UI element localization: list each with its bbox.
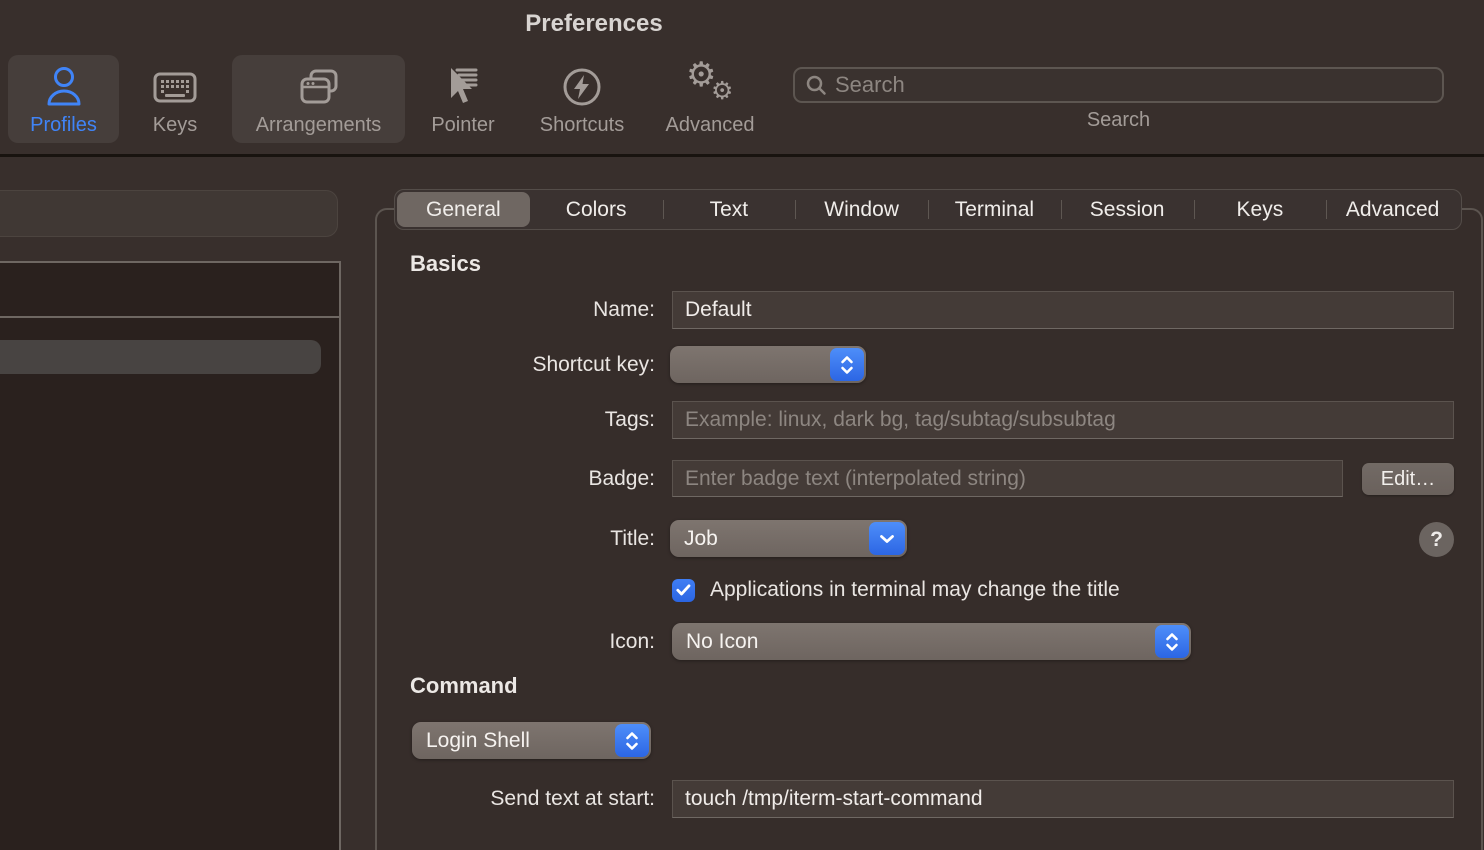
tab-colors[interactable]: Colors: [530, 192, 663, 227]
tab-terminal[interactable]: Terminal: [928, 192, 1061, 227]
help-button[interactable]: ?: [1419, 522, 1454, 557]
toolbar-item-profiles[interactable]: Profiles: [8, 55, 119, 143]
toolbar-item-advanced[interactable]: ⚙ ⚙ Advanced: [656, 55, 764, 143]
tab-keys[interactable]: Keys: [1194, 192, 1327, 227]
tab-advanced[interactable]: Advanced: [1326, 192, 1459, 227]
toolbar-search-field[interactable]: [793, 67, 1444, 103]
toolbar-divider: [0, 154, 1484, 157]
basics-heading: Basics: [410, 251, 481, 277]
cursor-icon: [442, 61, 484, 113]
updown-chevron-icon: [1155, 625, 1189, 658]
toolbar-item-arrangements[interactable]: Arrangements: [232, 55, 405, 143]
toolbar-item-label: Arrangements: [256, 113, 382, 137]
window-title: Preferences: [0, 10, 1188, 38]
toolbar-item-shortcuts[interactable]: Shortcuts: [529, 55, 635, 143]
badge-input[interactable]: [672, 460, 1343, 497]
down-chevron-icon: [869, 522, 905, 555]
search-label: Search: [793, 109, 1444, 132]
title-checkbox-row: Applications in terminal may change the …: [672, 578, 1120, 602]
profiles-list-header: [0, 263, 339, 318]
profiles-filter-field[interactable]: [0, 190, 338, 237]
send-text-input[interactable]: [672, 780, 1454, 818]
tags-label: Tags:: [380, 401, 655, 439]
toolbar-item-pointer[interactable]: Pointer: [423, 55, 503, 143]
shortcut-key-popup[interactable]: [670, 346, 866, 383]
toolbar-item-keys[interactable]: Keys: [136, 55, 214, 143]
lightning-icon: [560, 61, 604, 113]
preferences-window: Preferences Profiles Keys: [0, 0, 1484, 850]
tab-session[interactable]: Session: [1061, 192, 1194, 227]
name-label: Name:: [380, 291, 655, 329]
send-text-label: Send text at start:: [380, 780, 655, 818]
badge-edit-button[interactable]: Edit…: [1362, 463, 1454, 495]
command-heading: Command: [410, 673, 518, 699]
command-popup[interactable]: Login Shell: [412, 722, 651, 759]
toolbar-item-label: Keys: [153, 113, 197, 137]
windows-icon: [295, 61, 343, 113]
toolbar-item-label: Advanced: [666, 113, 755, 137]
command-value: Login Shell: [412, 729, 613, 753]
person-icon: [43, 61, 85, 113]
title-popup[interactable]: Job: [670, 520, 907, 557]
tags-input[interactable]: [672, 401, 1454, 439]
updown-chevron-icon: [830, 348, 864, 381]
search-icon: [805, 74, 827, 96]
profile-tab-bar: General Colors Text Window Terminal Sess…: [394, 189, 1462, 230]
name-input[interactable]: [672, 291, 1454, 329]
icon-label: Icon:: [380, 623, 655, 660]
title-value: Job: [670, 527, 867, 551]
updown-chevron-icon: [615, 724, 649, 757]
title-checkbox-label: Applications in terminal may change the …: [710, 578, 1120, 602]
toolbar-item-label: Shortcuts: [540, 113, 624, 137]
checkbox-checked-icon[interactable]: [672, 579, 695, 602]
badge-label: Badge:: [380, 460, 655, 497]
title-label: Title:: [380, 520, 655, 557]
keyboard-icon: [152, 61, 198, 113]
icon-value: No Icon: [672, 630, 1153, 654]
tab-window[interactable]: Window: [795, 192, 928, 227]
toolbar-item-label: Pointer: [431, 113, 494, 137]
profiles-list[interactable]: [0, 261, 341, 850]
gears-icon: ⚙ ⚙: [684, 61, 736, 113]
profiles-list-selected-row[interactable]: [0, 340, 321, 374]
shortcut-key-label: Shortcut key:: [380, 346, 655, 383]
icon-popup[interactable]: No Icon: [672, 623, 1191, 660]
search-input[interactable]: [835, 72, 1432, 98]
tab-text[interactable]: Text: [663, 192, 796, 227]
tab-general[interactable]: General: [397, 192, 530, 227]
toolbar-item-label: Profiles: [30, 113, 97, 137]
